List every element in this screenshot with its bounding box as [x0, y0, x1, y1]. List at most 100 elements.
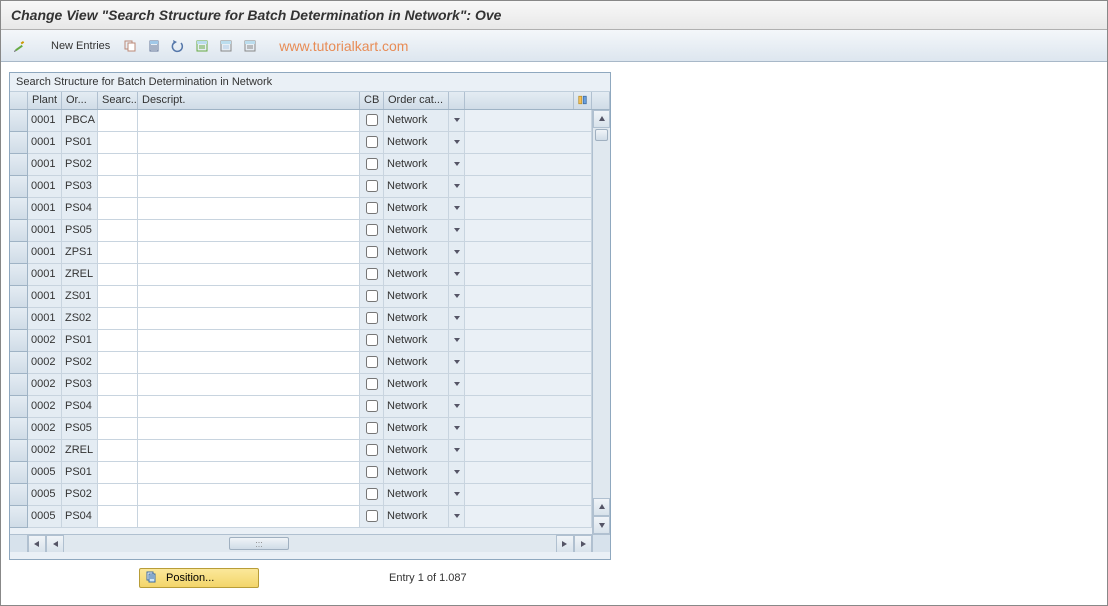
- cell-search[interactable]: [98, 418, 138, 440]
- dropdown-toggle[interactable]: [449, 330, 465, 352]
- cell-plant[interactable]: 0001: [28, 110, 62, 132]
- cell-search[interactable]: [98, 440, 138, 462]
- cell-order-type[interactable]: PS02: [62, 352, 98, 374]
- cell-order-type[interactable]: PS01: [62, 330, 98, 352]
- cell-description[interactable]: [138, 110, 360, 132]
- cell-order-category[interactable]: Network: [384, 176, 449, 198]
- cell-order-category[interactable]: Network: [384, 220, 449, 242]
- row-selector[interactable]: [10, 506, 28, 528]
- cell-order-type[interactable]: PS03: [62, 374, 98, 396]
- cb-checkbox[interactable]: [366, 356, 378, 368]
- row-selector[interactable]: [10, 264, 28, 286]
- cell-search[interactable]: [98, 198, 138, 220]
- cb-checkbox[interactable]: [366, 334, 378, 346]
- cell-plant[interactable]: 0001: [28, 242, 62, 264]
- column-header-order-cat[interactable]: Order cat...: [384, 92, 449, 109]
- cell-order-category[interactable]: Network: [384, 154, 449, 176]
- scroll-track-horizontal[interactable]: :::: [64, 535, 556, 552]
- dropdown-toggle[interactable]: [449, 110, 465, 132]
- row-selector[interactable]: [10, 242, 28, 264]
- cell-order-category[interactable]: Network: [384, 462, 449, 484]
- row-selector[interactable]: [10, 286, 28, 308]
- cb-checkbox[interactable]: [366, 136, 378, 148]
- cb-checkbox[interactable]: [366, 510, 378, 522]
- cell-plant[interactable]: 0005: [28, 462, 62, 484]
- row-selector[interactable]: [10, 484, 28, 506]
- cb-checkbox[interactable]: [366, 180, 378, 192]
- dropdown-toggle[interactable]: [449, 506, 465, 528]
- cell-description[interactable]: [138, 506, 360, 528]
- scroll-track-vertical[interactable]: [593, 128, 610, 498]
- cell-plant[interactable]: 0001: [28, 154, 62, 176]
- cell-order-type[interactable]: ZPS1: [62, 242, 98, 264]
- select-block-icon[interactable]: [216, 37, 236, 55]
- cell-search[interactable]: [98, 286, 138, 308]
- cell-order-type[interactable]: PS04: [62, 396, 98, 418]
- cell-order-type[interactable]: ZREL: [62, 440, 98, 462]
- scroll-down-button[interactable]: [593, 516, 610, 534]
- cb-checkbox[interactable]: [366, 158, 378, 170]
- dropdown-toggle[interactable]: [449, 242, 465, 264]
- cell-order-category[interactable]: Network: [384, 484, 449, 506]
- cb-checkbox[interactable]: [366, 224, 378, 236]
- dropdown-toggle[interactable]: [449, 374, 465, 396]
- dropdown-toggle[interactable]: [449, 462, 465, 484]
- cell-plant[interactable]: 0001: [28, 198, 62, 220]
- row-selector[interactable]: [10, 176, 28, 198]
- cell-order-type[interactable]: PS04: [62, 198, 98, 220]
- cell-search[interactable]: [98, 176, 138, 198]
- cell-description[interactable]: [138, 462, 360, 484]
- dropdown-toggle[interactable]: [449, 220, 465, 242]
- cell-plant[interactable]: 0001: [28, 308, 62, 330]
- row-selector[interactable]: [10, 396, 28, 418]
- cell-order-type[interactable]: ZREL: [62, 264, 98, 286]
- scroll-left-button[interactable]: [28, 535, 46, 553]
- cell-order-category[interactable]: Network: [384, 132, 449, 154]
- row-selector[interactable]: [10, 132, 28, 154]
- select-all-icon[interactable]: [192, 37, 212, 55]
- cell-order-category[interactable]: Network: [384, 440, 449, 462]
- column-header-searc[interactable]: Searc...: [98, 92, 138, 109]
- cell-plant[interactable]: 0001: [28, 132, 62, 154]
- cell-search[interactable]: [98, 220, 138, 242]
- cb-checkbox[interactable]: [366, 202, 378, 214]
- row-selector[interactable]: [10, 418, 28, 440]
- cell-plant[interactable]: 0002: [28, 418, 62, 440]
- cell-order-category[interactable]: Network: [384, 506, 449, 528]
- cell-order-type[interactable]: PS01: [62, 132, 98, 154]
- cell-search[interactable]: [98, 264, 138, 286]
- deselect-all-icon[interactable]: [240, 37, 260, 55]
- row-selector[interactable]: [10, 330, 28, 352]
- row-selector[interactable]: [10, 220, 28, 242]
- dropdown-toggle[interactable]: [449, 396, 465, 418]
- dropdown-toggle[interactable]: [449, 418, 465, 440]
- position-button[interactable]: Position...: [139, 568, 259, 588]
- cell-order-type[interactable]: ZS01: [62, 286, 98, 308]
- cell-search[interactable]: [98, 242, 138, 264]
- row-selector[interactable]: [10, 462, 28, 484]
- cb-checkbox[interactable]: [366, 400, 378, 412]
- cell-order-category[interactable]: Network: [384, 110, 449, 132]
- cell-description[interactable]: [138, 286, 360, 308]
- row-selector[interactable]: [10, 308, 28, 330]
- cell-search[interactable]: [98, 154, 138, 176]
- copy-as-icon[interactable]: [120, 37, 140, 55]
- cell-search[interactable]: [98, 352, 138, 374]
- cell-order-category[interactable]: Network: [384, 352, 449, 374]
- cell-description[interactable]: [138, 484, 360, 506]
- cell-search[interactable]: [98, 110, 138, 132]
- scroll-thumb-horizontal[interactable]: :::: [229, 537, 289, 550]
- cell-search[interactable]: [98, 308, 138, 330]
- cb-checkbox[interactable]: [366, 312, 378, 324]
- cell-description[interactable]: [138, 374, 360, 396]
- cb-checkbox[interactable]: [366, 466, 378, 478]
- scroll-right-button[interactable]: [574, 535, 592, 553]
- cell-plant[interactable]: 0001: [28, 220, 62, 242]
- row-selector[interactable]: [10, 198, 28, 220]
- undo-change-icon[interactable]: [168, 37, 188, 55]
- cb-checkbox[interactable]: [366, 488, 378, 500]
- scroll-page-up-button[interactable]: [593, 498, 610, 516]
- delete-icon[interactable]: [144, 37, 164, 55]
- cell-plant[interactable]: 0002: [28, 330, 62, 352]
- cell-plant[interactable]: 0002: [28, 374, 62, 396]
